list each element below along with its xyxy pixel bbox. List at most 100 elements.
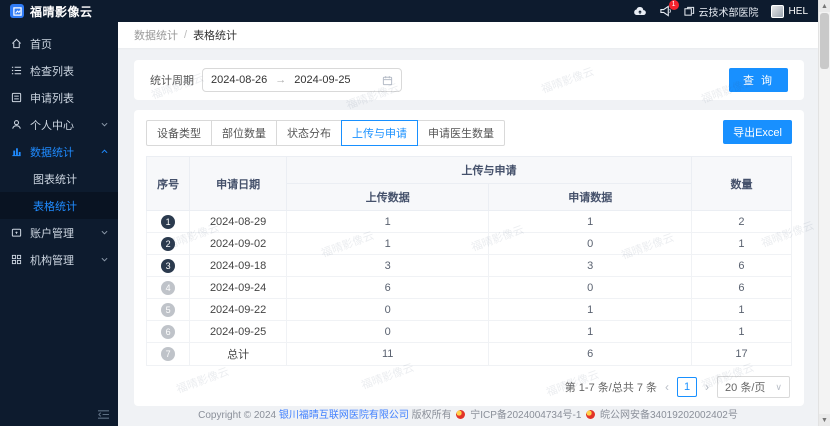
sidebar-item-account-mgmt[interactable]: 账户管理 (0, 219, 118, 246)
stat-tabs: 设备类型 部位数量 状态分布 上传与申请 申请医生数量 (146, 120, 505, 146)
cell-upload: 1 (285, 232, 490, 255)
chevron-down-icon (101, 122, 108, 127)
row-index-badge: 1 (161, 214, 176, 229)
footer-copyright: Copyright © 2024 银川福晴互联网医院有限公司 版权所有 宁ICP… (118, 406, 818, 421)
brand: 福晴影像云 (0, 3, 150, 20)
cell-date: 2024-09-24 (189, 276, 287, 299)
cell-date: 2024-09-25 (189, 320, 287, 343)
page-size-value: 20 条/页 (725, 382, 766, 394)
row-index-badge: 6 (161, 324, 176, 339)
sidebar-item-chart-stats[interactable]: 图表统计 (0, 165, 118, 192)
breadcrumb-parent[interactable]: 数据统计 (134, 27, 178, 43)
next-page-icon[interactable]: › (705, 380, 709, 394)
cell-date: 总计 (189, 342, 287, 366)
announcement-icon[interactable]: 1 (659, 0, 679, 17)
col-header-date: 申请日期 (189, 156, 287, 211)
org-name: 云技术部医院 (698, 7, 759, 19)
table-row: 3 2024-09-18 3 3 6 (145, 254, 793, 277)
date-range-picker[interactable]: 2024-08-26 → 2024-09-25 (202, 68, 402, 92)
tab-doctor-count[interactable]: 申请医生数量 (417, 120, 505, 146)
cell-apply: 1 (488, 210, 692, 233)
main-content: 数据统计 / 表格统计 统计周期 2024-08-26 → 2024-09-25… (118, 22, 818, 426)
table-row: 4 2024-09-24 6 0 6 (145, 276, 793, 299)
sidebar-item-home[interactable]: 首页 (0, 30, 118, 57)
tab-device-type[interactable]: 设备类型 (146, 120, 212, 146)
table-row: 5 2024-09-22 0 1 1 (145, 298, 793, 321)
document-icon (10, 92, 22, 103)
row-index-badge: 7 (161, 347, 176, 361)
wallet-icon (10, 227, 22, 238)
user-menu[interactable]: HEL (770, 4, 808, 18)
chevron-down-icon (101, 257, 108, 262)
col-header-group: 上传与申请 (285, 156, 692, 184)
vertical-scrollbar[interactable]: ▲ ▼ (818, 0, 830, 426)
sidebar-item-label: 表格统计 (33, 200, 77, 213)
cell-count: 17 (690, 342, 793, 366)
breadcrumb-current: 表格统计 (193, 30, 238, 42)
start-date-value: 2024-08-26 (211, 74, 268, 86)
sidebar-item-personal-center[interactable]: 个人中心 (0, 111, 118, 138)
search-button[interactable]: 查 询 (728, 68, 788, 92)
sidebar-collapse-icon[interactable] (97, 409, 110, 420)
sidebar-item-table-stats[interactable]: 表格统计 (0, 192, 118, 219)
col-header-upload: 上传数据 (285, 183, 490, 211)
page-number-button[interactable]: 1 (677, 377, 698, 397)
user-name: HEL (788, 5, 808, 17)
topbar: 福晴影像云 1 云技术部医院 HEL (0, 0, 818, 22)
prev-page-icon[interactable]: ‹ (665, 380, 669, 394)
sidebar-item-label: 机构管理 (30, 254, 74, 267)
topbar-right: 1 云技术部医院 HEL (633, 0, 818, 19)
date-range-label: 统计周期 (150, 75, 194, 87)
cell-date: 2024-09-18 (189, 254, 287, 277)
table-row-total: 7 总计 11 6 17 (145, 342, 793, 366)
col-header-count: 数量 (690, 156, 793, 211)
cell-count: 6 (690, 254, 793, 277)
notification-badge: 1 (668, 0, 679, 10)
stats-table: 序号 申请日期 上传与申请 数量 上传数据 申请数据 1 2024-08-29 … (145, 156, 793, 366)
sidebar-item-org-mgmt[interactable]: 机构管理 (0, 246, 118, 273)
stats-panel: 设备类型 部位数量 状态分布 上传与申请 申请医生数量 导出Excel 序号 申… (134, 110, 804, 406)
row-index-badge: 2 (161, 236, 176, 251)
cell-apply: 3 (488, 254, 692, 277)
company-link[interactable]: 银川福晴互联网医院有限公司 (279, 410, 409, 421)
scroll-down-icon[interactable]: ▼ (819, 414, 830, 426)
chevron-down-icon: ∨ (775, 381, 782, 392)
scroll-up-icon[interactable]: ▲ (819, 0, 830, 12)
row-index-badge: 5 (161, 302, 176, 317)
col-header-no: 序号 (145, 156, 191, 211)
calendar-icon (382, 75, 393, 86)
cell-count: 1 (690, 320, 793, 343)
sidebar-item-label: 申请列表 (30, 92, 74, 105)
filter-panel: 统计周期 2024-08-26 → 2024-09-25 查 询 (134, 60, 804, 100)
cloud-upload-icon[interactable] (633, 6, 647, 17)
row-index-badge: 3 (161, 258, 176, 273)
pagination-total: 第 1-7 条/总共 7 条 (564, 382, 658, 394)
sidebar-item-label: 图表统计 (33, 173, 77, 186)
tab-status-distribution[interactable]: 状态分布 (276, 120, 342, 146)
chevron-up-icon (101, 149, 108, 154)
police-emblem-icon (586, 410, 596, 419)
cell-upload: 11 (285, 342, 490, 366)
export-excel-button[interactable]: 导出Excel (723, 120, 792, 144)
sidebar: 首页 检查列表 申请列表 个人中心 数据统计 图表统计 表格统计 账户管理 机构… (0, 22, 118, 426)
tab-body-part-count[interactable]: 部位数量 (211, 120, 277, 146)
sidebar-item-exam-list[interactable]: 检查列表 (0, 57, 118, 84)
cell-count: 6 (690, 276, 793, 299)
table-row: 2 2024-09-02 1 0 1 (145, 232, 793, 255)
cell-date: 2024-08-29 (189, 210, 287, 233)
cell-upload: 0 (285, 298, 490, 321)
table-row: 6 2024-09-25 0 1 1 (145, 320, 793, 343)
scrollbar-thumb[interactable] (820, 13, 829, 69)
sidebar-item-request-list[interactable]: 申请列表 (0, 84, 118, 111)
breadcrumb: 数据统计 / 表格统计 (118, 22, 818, 48)
icp-emblem-icon (456, 410, 466, 419)
tab-upload-and-apply[interactable]: 上传与申请 (341, 120, 418, 146)
pagination: 第 1-7 条/总共 7 条 ‹ 1 › 20 条/页 ∨ (146, 376, 792, 398)
sidebar-item-label: 首页 (30, 38, 52, 51)
org-switcher[interactable]: 云技术部医院 (683, 4, 759, 19)
cell-apply: 6 (488, 342, 692, 366)
sidebar-item-label: 个人中心 (30, 119, 74, 132)
sidebar-item-data-stats[interactable]: 数据统计 (0, 138, 118, 165)
end-date-value: 2024-09-25 (294, 74, 351, 86)
page-size-select[interactable]: 20 条/页 ∨ (717, 376, 790, 398)
